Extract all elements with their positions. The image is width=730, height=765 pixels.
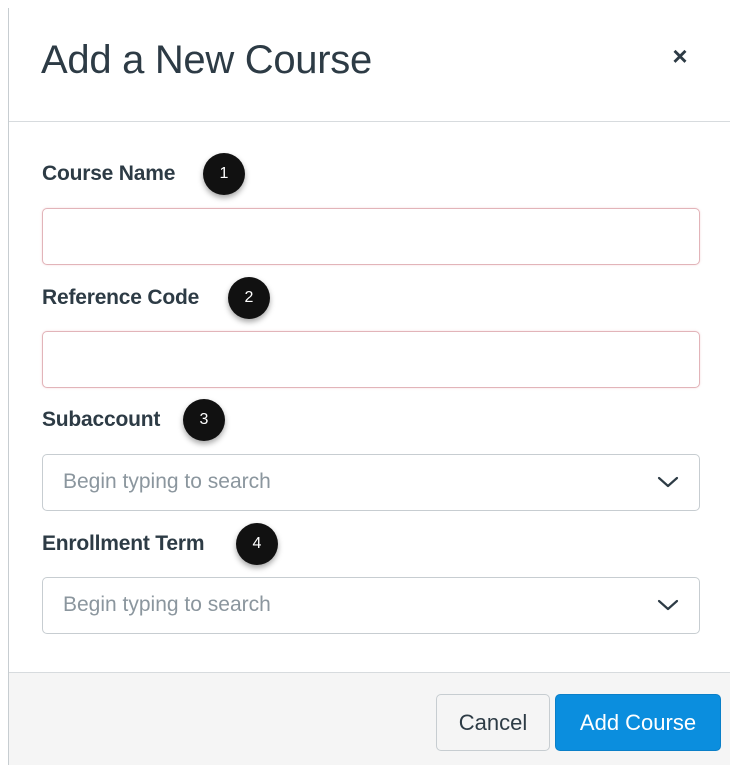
course-name-label: Course Name <box>42 162 176 185</box>
callout-badge-2: 2 <box>228 277 270 319</box>
subaccount-label: Subaccount <box>42 408 161 431</box>
enrollment-term-label: Enrollment Term <box>42 532 205 555</box>
cancel-button[interactable]: Cancel <box>436 694 550 751</box>
chevron-down-icon[interactable] <box>657 597 679 613</box>
callout-badge-4: 4 <box>236 523 278 565</box>
reference-code-input[interactable] <box>42 331 700 388</box>
course-name-input[interactable] <box>42 208 700 265</box>
enrollment-term-placeholder: Begin typing to search <box>63 593 271 616</box>
callout-badge-3: 3 <box>183 399 225 441</box>
subaccount-select[interactable]: Begin typing to search <box>42 454 700 511</box>
add-course-button[interactable]: Add Course <box>555 694 721 751</box>
add-course-dialog: Add a New Course × Course Name 1 Referen… <box>8 8 730 765</box>
chevron-down-icon[interactable] <box>657 474 679 490</box>
dialog-title: Add a New Course <box>41 38 372 82</box>
close-icon[interactable]: × <box>668 42 692 70</box>
callout-badge-1: 1 <box>203 153 245 195</box>
reference-code-label: Reference Code <box>42 286 200 309</box>
subaccount-placeholder: Begin typing to search <box>63 470 271 493</box>
enrollment-term-select[interactable]: Begin typing to search <box>42 577 700 634</box>
dialog-header: Add a New Course × <box>9 8 730 122</box>
dialog-footer: Cancel Add Course <box>9 672 730 765</box>
